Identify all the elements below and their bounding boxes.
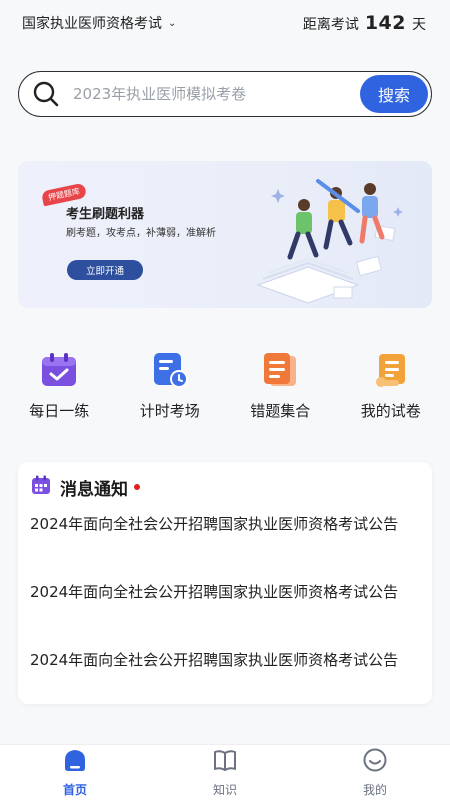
action-my-papers[interactable]: 我的试卷 — [341, 350, 441, 422]
search-icon — [31, 79, 61, 109]
search-button[interactable]: 搜索 — [360, 75, 428, 113]
exam-selector[interactable]: 国家执业医师资格考试 ⌄ — [22, 13, 176, 33]
book-icon — [212, 747, 238, 777]
students-illustration — [256, 179, 403, 304]
action-label: 错题集合 — [250, 402, 311, 420]
notice-item[interactable]: 2024年面向全社会公开招聘国家执业医师资格考试公告 — [18, 580, 432, 638]
notice-item[interactable]: 2024年面向全社会公开招聘国家执业医师资格考试公告 — [18, 648, 432, 706]
countdown-unit: 天 — [412, 17, 426, 33]
tab-knowledge[interactable]: 知识 — [180, 747, 270, 798]
tab-label: 首页 — [62, 783, 87, 797]
action-label: 我的试卷 — [360, 402, 421, 420]
notice-title: 消息通知 — [60, 479, 128, 500]
notice-calendar-icon — [30, 474, 52, 500]
banner-title: 考生刷题利器 — [66, 207, 145, 222]
exam-countdown: 距离考试 142 天 — [303, 12, 426, 34]
tab-mine[interactable]: 我的 — [330, 747, 420, 798]
countdown-label: 距离考试 — [302, 17, 359, 33]
action-label: 每日一练 — [29, 402, 90, 420]
notice-item[interactable]: 2024年面向全社会公开招聘国家执业医师资格考试公告 — [18, 512, 432, 570]
action-daily-practice[interactable]: 每日一练 — [9, 350, 109, 422]
timer-doc-icon — [150, 350, 190, 390]
chevron-down-icon: ⌄ — [168, 17, 177, 29]
notice-card: 消息通知 2024年面向全社会公开招聘国家执业医师资格考试公告 2024年面向全… — [18, 462, 432, 704]
open-now-button[interactable]: 立即开通 — [67, 260, 143, 280]
smile-face-icon — [362, 747, 388, 777]
tab-label: 我的 — [362, 783, 387, 797]
tab-label: 知识 — [212, 783, 237, 797]
action-timed-exam[interactable]: 计时考场 — [120, 350, 220, 422]
tab-home[interactable]: 首页 — [30, 747, 120, 798]
bottom-tab-bar: 首页 知识 我的 — [0, 744, 450, 800]
calendar-check-icon — [39, 350, 79, 390]
top-header: 国家执业医师资格考试 ⌄ 距离考试 142 天 — [0, 0, 450, 46]
notice-header: 消息通知 — [18, 462, 432, 502]
wrong-notes-icon — [260, 350, 300, 390]
countdown-days: 142 — [364, 12, 406, 34]
quick-actions: 每日一练 计时考场 错题集合 我的试卷 — [0, 350, 450, 422]
banner-subtitle: 刷考题，攻考点，补薄弱，准解析 — [66, 228, 216, 239]
scroll-paper-icon — [371, 350, 411, 390]
exam-name: 国家执业医师资格考试 — [22, 16, 162, 32]
unread-dot — [134, 484, 140, 490]
home-icon — [62, 747, 88, 777]
action-label: 计时考场 — [139, 402, 200, 420]
action-wrong-questions[interactable]: 错题集合 — [230, 350, 330, 422]
promo-banner[interactable]: 押题题库 考生刷题利器 刷考题，攻考点，补薄弱，准解析 立即开通 — [18, 161, 432, 308]
search-bar: 搜索 — [18, 71, 432, 117]
